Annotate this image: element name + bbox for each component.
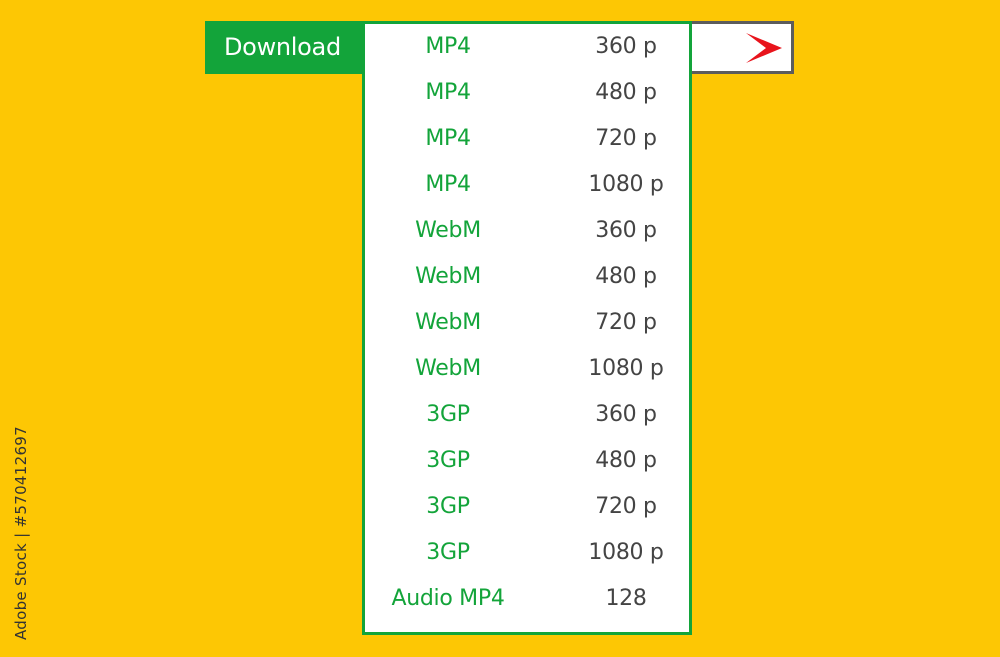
format-name: 3GP bbox=[426, 494, 470, 519]
format-quality: 360 p bbox=[595, 218, 657, 243]
format-quality: 480 p bbox=[595, 448, 657, 473]
format-option[interactable]: WebM 480 p bbox=[365, 258, 689, 304]
format-quality: 720 p bbox=[595, 126, 657, 151]
format-dropdown[interactable]: MP4 360 p MP4 480 p MP4 720 p MP4 1080 p… bbox=[362, 21, 692, 635]
format-name: Audio MP4 bbox=[391, 586, 505, 611]
format-list: MP4 360 p MP4 480 p MP4 720 p MP4 1080 p… bbox=[365, 28, 689, 626]
format-name: MP4 bbox=[425, 126, 471, 151]
download-button[interactable]: Download bbox=[205, 21, 365, 74]
format-option[interactable]: 3GP 360 p bbox=[365, 396, 689, 442]
format-option[interactable]: WebM 720 p bbox=[365, 304, 689, 350]
format-option[interactable]: Audio MP4 128 bbox=[365, 580, 689, 626]
format-quality: 1080 p bbox=[588, 356, 664, 381]
format-name: 3GP bbox=[426, 402, 470, 427]
stock-id-watermark: Adobe Stock | #570412697 bbox=[12, 426, 30, 640]
format-name: WebM bbox=[415, 310, 481, 335]
format-quality: 720 p bbox=[595, 494, 657, 519]
format-name: WebM bbox=[415, 356, 481, 381]
format-option[interactable]: MP4 360 p bbox=[365, 28, 689, 74]
format-quality: 720 p bbox=[595, 310, 657, 335]
format-option[interactable]: WebM 1080 p bbox=[365, 350, 689, 396]
format-option[interactable]: MP4 480 p bbox=[365, 74, 689, 120]
chevron-right-icon[interactable] bbox=[744, 31, 784, 65]
format-name: MP4 bbox=[425, 34, 471, 59]
format-option[interactable]: 3GP 480 p bbox=[365, 442, 689, 488]
format-name: 3GP bbox=[426, 448, 470, 473]
format-quality: 360 p bbox=[595, 34, 657, 59]
format-name: MP4 bbox=[425, 80, 471, 105]
format-quality: 480 p bbox=[595, 80, 657, 105]
format-name: 3GP bbox=[426, 540, 470, 565]
format-quality: 480 p bbox=[595, 264, 657, 289]
format-quality: 1080 p bbox=[588, 540, 664, 565]
format-name: MP4 bbox=[425, 172, 471, 197]
format-quality: 1080 p bbox=[588, 172, 664, 197]
format-quality: 360 p bbox=[595, 402, 657, 427]
format-option[interactable]: MP4 720 p bbox=[365, 120, 689, 166]
format-option[interactable]: 3GP 720 p bbox=[365, 488, 689, 534]
format-option[interactable]: WebM 360 p bbox=[365, 212, 689, 258]
format-option[interactable]: 3GP 1080 p bbox=[365, 534, 689, 580]
format-option[interactable]: MP4 1080 p bbox=[365, 166, 689, 212]
format-quality: 128 bbox=[605, 586, 647, 611]
format-name: WebM bbox=[415, 218, 481, 243]
format-name: WebM bbox=[415, 264, 481, 289]
